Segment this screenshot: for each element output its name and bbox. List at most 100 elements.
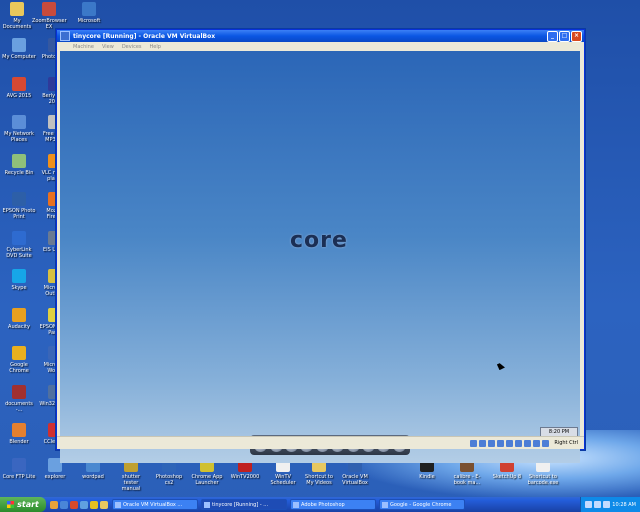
desktop-icon[interactable]: Blender	[2, 423, 36, 445]
desktop-icon-label: My Network Places	[4, 131, 34, 143]
desktop-icon-label: Google Chrome	[9, 362, 29, 374]
quicklaunch-media-icon[interactable]	[70, 500, 78, 509]
task-virtualbox-manager[interactable]: Oracle VM VirtualBox ...	[112, 499, 198, 510]
app-icon	[12, 192, 26, 206]
app-icon	[12, 346, 26, 360]
app-icon	[12, 423, 26, 437]
taskbar: start Oracle VM VirtualBox ... tinycore …	[0, 497, 640, 512]
close-button[interactable]: ×	[571, 30, 582, 42]
tray-icon[interactable]	[603, 501, 611, 508]
desktop-icon[interactable]: shutter tester manual	[114, 458, 148, 492]
desktop-icon-label: documents -...	[5, 400, 33, 413]
app-icon	[12, 38, 26, 52]
desktop-icon-label: SketchUp 8	[492, 474, 522, 480]
window-titlebar[interactable]: tinycore [Running] - Oracle VM VirtualBo…	[57, 30, 584, 42]
quicklaunch-desktop-icon[interactable]	[80, 500, 88, 509]
quicklaunch-firefox-icon[interactable]	[50, 500, 58, 509]
desktop-icon[interactable]: Google Chrome	[2, 346, 36, 374]
app-icon	[12, 115, 26, 129]
desktop-icon-label: EPSON Photo Print	[2, 208, 36, 220]
virtualbox-icon	[60, 31, 70, 41]
quicklaunch-chrome-icon[interactable]	[90, 500, 98, 509]
optical-drive-icon[interactable]	[479, 439, 487, 447]
app-icon	[12, 153, 26, 168]
desktop-icon[interactable]: documents -...	[2, 384, 36, 413]
app-icon	[82, 2, 96, 16]
desktop-icon-label: Photoshop cs2	[155, 474, 183, 486]
mouse-integration-icon[interactable]	[533, 439, 541, 447]
start-button[interactable]: start	[0, 497, 46, 512]
desktop-icon-label: AVG 2015	[6, 92, 32, 99]
desktop-icon-label: explorer	[44, 474, 66, 480]
tray-clock: 10:28 AM	[612, 501, 636, 508]
virtualbox-window[interactable]: tinycore [Running] - Oracle VM VirtualBo…	[56, 29, 585, 463]
video-capture-icon[interactable]	[524, 439, 532, 447]
menu-machine[interactable]: Machine	[73, 44, 94, 50]
desktop-icon[interactable]: My Computer	[2, 38, 36, 60]
desktop-icon[interactable]: CyberLink DVD Suite	[2, 230, 36, 259]
desktop-icon-label: Recycle Bin	[4, 169, 34, 176]
windows-flag-icon	[7, 501, 15, 508]
desktop-icon-label: shutter tester manual	[121, 474, 141, 492]
task-chrome[interactable]: Google - Google Chrome	[379, 499, 465, 510]
menu-devices[interactable]: Devices	[122, 44, 142, 50]
desktop-icon[interactable]: My Network Places	[2, 115, 36, 143]
app-icon	[12, 269, 26, 283]
desktop-icon[interactable]: ZoomBrowser EX	[32, 2, 67, 30]
quicklaunch-explorer-icon[interactable]	[100, 500, 108, 509]
desktop-icon-label: wordpad	[82, 474, 104, 480]
desktop-icon-label: Kindle	[419, 474, 435, 480]
desktop-icon-label: Microsoft	[77, 18, 101, 24]
task-tinycore[interactable]: tinycore [Running] - ...	[201, 499, 287, 510]
network-icon[interactable]	[497, 439, 505, 447]
guest-display[interactable]: core 8:20 PM	[60, 51, 580, 463]
hdd-icon[interactable]	[470, 439, 478, 447]
app-icon	[12, 384, 26, 399]
desktop-icon-label: Blender	[9, 439, 29, 445]
app-icon	[42, 2, 56, 16]
desktop-icon[interactable]: Audacity	[2, 307, 36, 330]
desktop-icon[interactable]: Recycle Bin	[2, 153, 36, 176]
menu-bar: Machine View Devices Help	[57, 42, 584, 51]
desktop-icon-label: Core FTP Lite	[2, 474, 36, 480]
maximize-button[interactable]: □	[559, 30, 570, 42]
tray-icon[interactable]	[594, 501, 602, 508]
mouse-cursor-icon	[497, 362, 505, 370]
vbox-statusbar: Right Ctrl	[57, 436, 584, 449]
desktop-icon-label: CyberLink DVD Suite	[6, 246, 32, 259]
desktop-icon-label: WinTV2000	[230, 474, 260, 480]
app-icon	[12, 307, 26, 322]
display-icon[interactable]	[515, 439, 523, 447]
quicklaunch-ie-icon[interactable]	[60, 500, 68, 509]
keyboard-capture-icon[interactable]	[542, 439, 550, 447]
desktop-icon-label: Shortcut to My Videos	[305, 474, 333, 486]
desktop-icon[interactable]: My Documents	[0, 2, 34, 30]
desktop-icon[interactable]: EPSON Photo Print	[2, 192, 36, 220]
desktop-icon[interactable]: Microsoft	[72, 2, 106, 24]
minimize-button[interactable]: _	[547, 30, 558, 42]
menu-view[interactable]: View	[102, 44, 114, 50]
tray-icon[interactable]	[585, 501, 593, 508]
desktop-icon-label: WinTV Scheduler	[270, 474, 296, 486]
menu-help[interactable]: Help	[150, 44, 161, 50]
task-photoshop[interactable]: Adobe Photoshop	[290, 499, 376, 510]
app-icon	[12, 76, 26, 91]
shared-folder-icon[interactable]	[506, 439, 514, 447]
desktop-icon-label: Skype	[11, 285, 27, 291]
app-icon	[12, 230, 26, 245]
desktop-icon[interactable]: AVG 2015	[2, 76, 36, 99]
window-title: tinycore [Running] - Oracle VM VirtualBo…	[73, 32, 216, 40]
desktop-icon-label: Chrome App Launcher	[191, 474, 223, 486]
desktop-icon[interactable]: Skype	[2, 269, 36, 291]
usb-icon[interactable]	[488, 439, 496, 447]
system-tray: 10:28 AM	[580, 497, 640, 512]
desktop-icon[interactable]: Core FTP Lite	[2, 458, 36, 480]
desktop-icon-label: My Documents	[2, 18, 32, 30]
desktop-icon-label: My Computer	[2, 54, 36, 60]
app-icon	[10, 2, 24, 16]
tinycore-logo: core	[290, 228, 348, 253]
desktop-icon-label: calibre - E-book ma...	[453, 474, 481, 486]
desktop-icon-label: Audacity	[8, 323, 30, 330]
app-icon	[12, 458, 26, 472]
desktop-icon-label: Oracle VM VirtualBox	[342, 474, 368, 486]
